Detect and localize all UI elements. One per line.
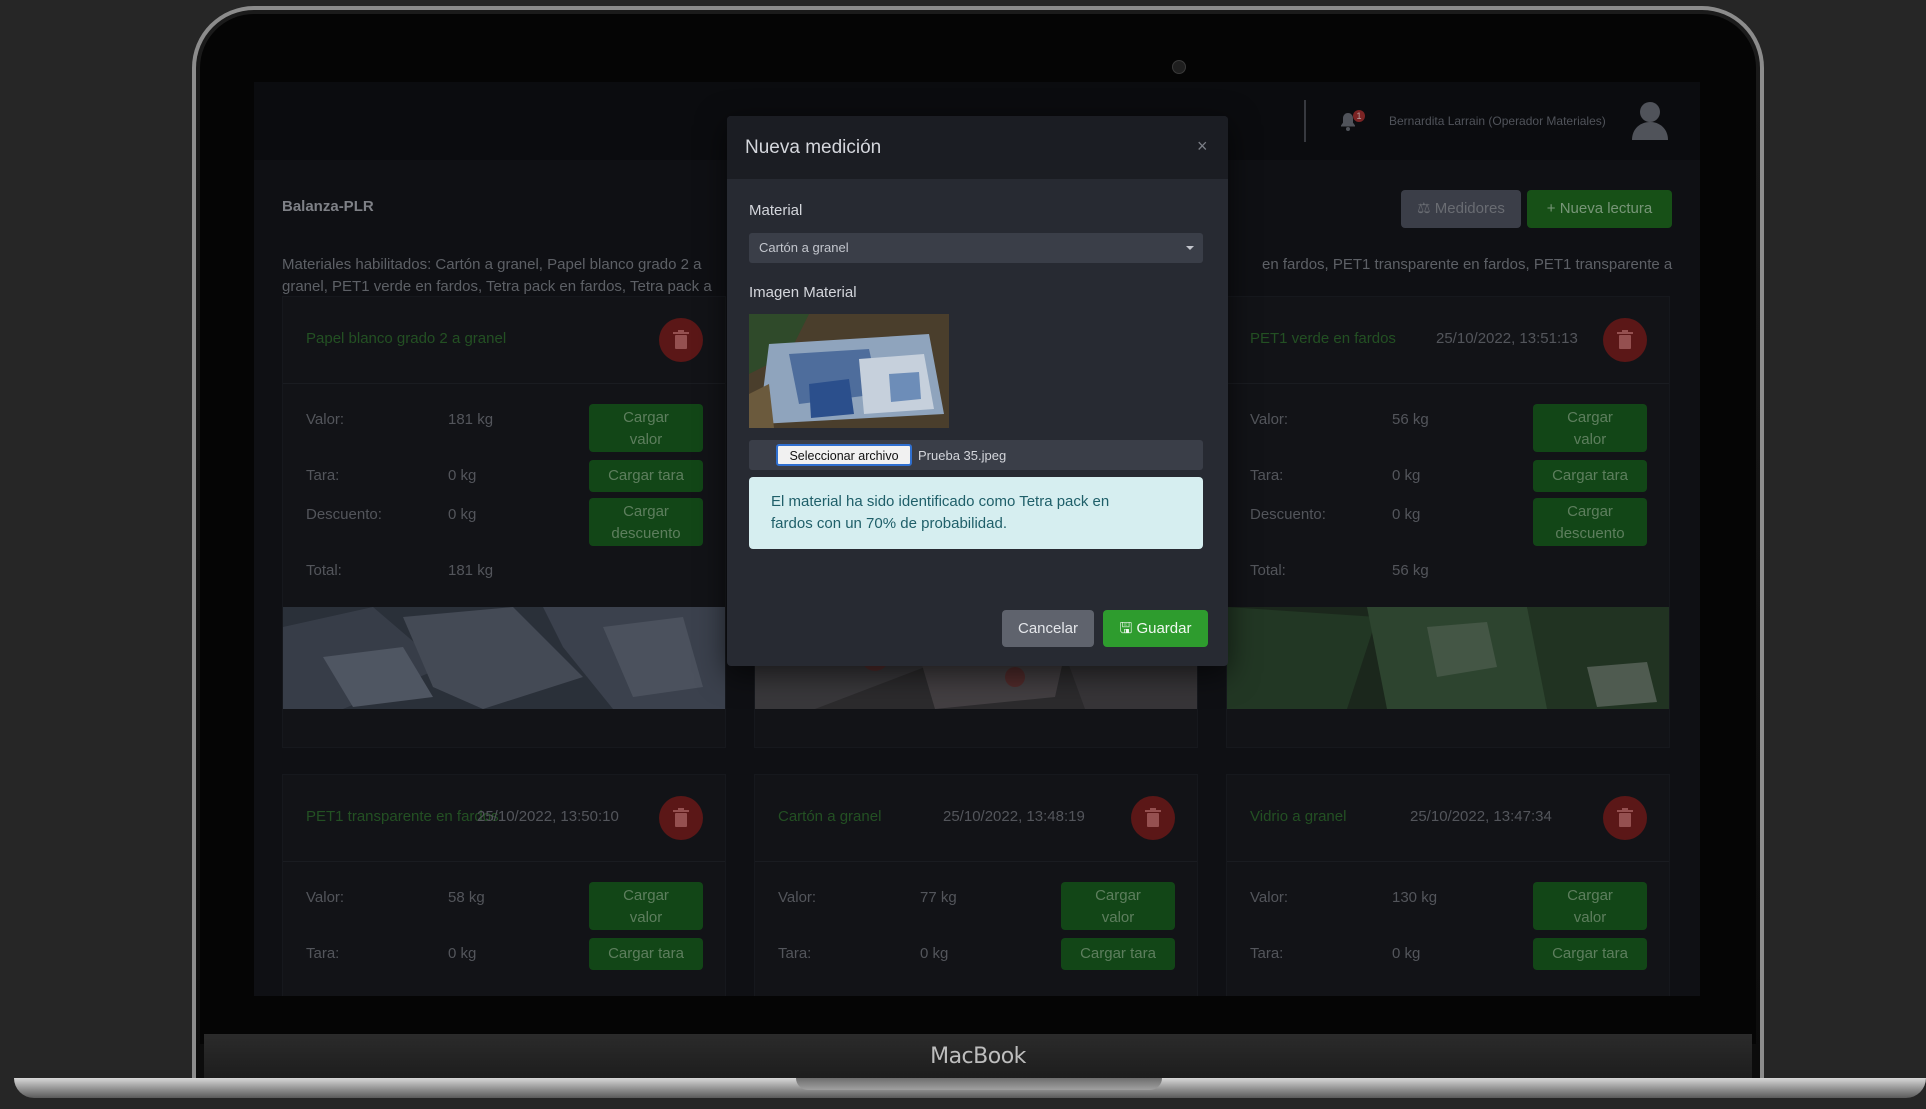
caret-down-icon (1186, 246, 1194, 250)
save-button[interactable]: 🖫 Guardar (1103, 610, 1208, 647)
modal-header: Nueva medición × (727, 116, 1228, 179)
save-icon: 🖫 (1119, 620, 1133, 637)
laptop-chin: MacBook (204, 1034, 1752, 1082)
material-select[interactable]: Cartón a granel (749, 233, 1203, 263)
laptop-notch (796, 1078, 1162, 1090)
save-label: Guardar (1136, 620, 1192, 637)
alert-line: El material ha sido identificado como Te… (771, 493, 1110, 510)
material-select-value: Cartón a granel (759, 240, 849, 255)
app-screen: 1 Bernardita Larrain (Operador Materiale… (254, 82, 1700, 996)
material-label: Material (749, 202, 803, 219)
file-name: Prueba 35.jpeg (918, 448, 1007, 463)
file-input: Seleccionar archivo Prueba 35.jpeg (749, 440, 1203, 470)
cancel-button[interactable]: Cancelar (1002, 610, 1094, 647)
nueva-medicion-modal: Nueva medición × Material Cartón a grane… (727, 116, 1228, 666)
select-file-button[interactable]: Seleccionar archivo (776, 444, 912, 466)
image-label: Imagen Material (749, 284, 857, 301)
alert-line: fardos con un 70% de probabilidad. (771, 515, 1008, 532)
material-image-preview (749, 314, 949, 428)
identification-alert: El material ha sido identificado como Te… (749, 477, 1203, 549)
modal-title: Nueva medición (745, 137, 882, 158)
brand-logo: MacBook (930, 1044, 1026, 1069)
close-icon[interactable]: × (1197, 136, 1208, 157)
camera (1172, 60, 1186, 74)
